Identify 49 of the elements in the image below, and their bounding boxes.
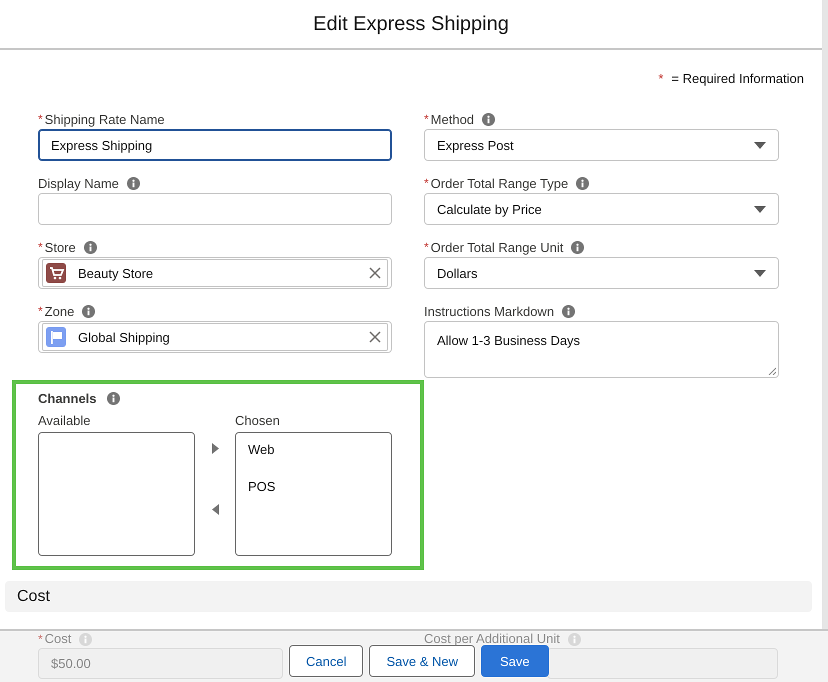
list-option[interactable]: POS xyxy=(248,478,391,496)
dropdown-field[interactable]: Express Post xyxy=(424,129,779,161)
footer-button[interactable]: Save & New xyxy=(369,645,476,677)
field-label: *Cost xyxy=(38,632,72,646)
footer-button[interactable]: Cancel xyxy=(289,645,364,677)
move-left-icon[interactable] xyxy=(212,504,218,515)
field-label: *Shipping Rate Name xyxy=(38,112,165,126)
field-label: *Order Total Range Type xyxy=(424,176,568,190)
channels-label: Channels xyxy=(38,390,97,406)
listbox-label: Chosen xyxy=(235,413,281,430)
list-option[interactable]: Web xyxy=(248,441,391,459)
text-area[interactable]: Allow 1-3 Business Days xyxy=(424,321,779,378)
info-icon[interactable] xyxy=(482,112,496,126)
clear-icon[interactable] xyxy=(369,331,381,343)
section-header: Cost xyxy=(5,581,812,612)
info-icon[interactable] xyxy=(126,176,140,190)
info-icon[interactable] xyxy=(82,304,96,318)
caret-down-icon xyxy=(754,206,766,212)
lookup-field[interactable]: Beauty Store xyxy=(38,257,392,289)
text-field[interactable]: Express Shipping xyxy=(38,129,392,161)
clear-icon[interactable] xyxy=(369,267,381,279)
info-icon[interactable] xyxy=(576,176,590,190)
resize-grip-icon[interactable] xyxy=(768,367,776,375)
caret-down-icon xyxy=(754,142,766,148)
dropdown-field[interactable]: Calculate by Price xyxy=(424,193,779,225)
field-label: Display Name xyxy=(38,176,119,190)
field-label: *Method xyxy=(424,112,474,126)
required-mark: * xyxy=(658,70,664,88)
chosen-listbox[interactable]: Web POS xyxy=(235,432,392,556)
caret-down-icon xyxy=(754,270,766,276)
field-label: *Zone xyxy=(38,304,74,318)
field-label: Instructions Markdown xyxy=(424,304,554,318)
move-right-icon[interactable] xyxy=(212,443,218,454)
text-field[interactable] xyxy=(547,648,778,679)
modal-title: Edit Express Shipping xyxy=(313,12,509,36)
info-icon[interactable] xyxy=(106,392,120,404)
info-icon[interactable] xyxy=(571,240,584,254)
info-icon[interactable] xyxy=(562,304,576,318)
info-icon[interactable] xyxy=(84,240,97,254)
field-label: *Order Total Range Unit xyxy=(424,240,564,254)
field-label: *Store xyxy=(38,240,76,254)
listbox-label: Available xyxy=(38,413,92,430)
save-button[interactable]: Save xyxy=(481,645,549,677)
lookup-field[interactable]: Global Shipping xyxy=(38,321,392,353)
required-legend: = Required Information xyxy=(671,70,804,88)
field-label: Cost per Additional Unit xyxy=(424,632,560,646)
dropdown-field[interactable]: Dollars xyxy=(424,257,779,289)
text-field[interactable] xyxy=(38,193,392,225)
available-listbox[interactable] xyxy=(38,432,195,556)
